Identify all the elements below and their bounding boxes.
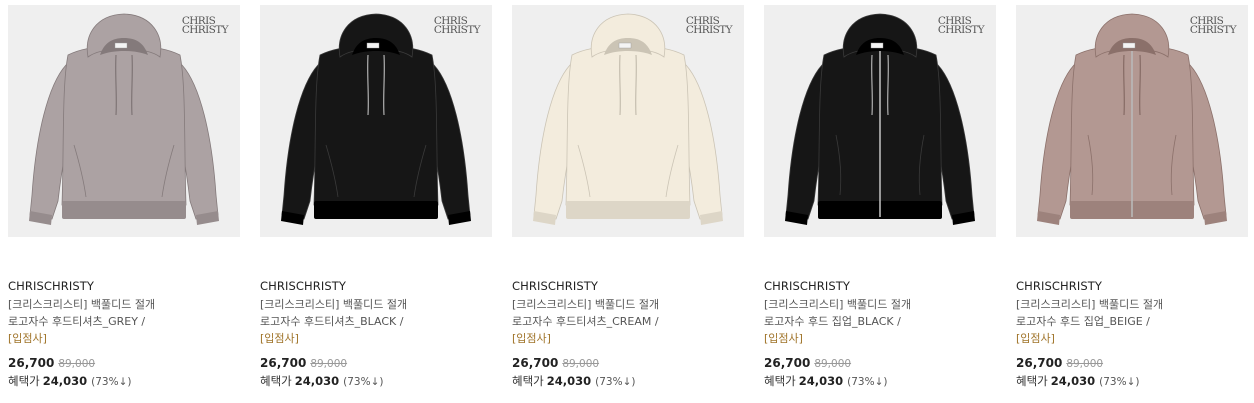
brand-logo-line: CHRISTY bbox=[685, 24, 733, 36]
product-image[interactable]: CHRIS CHRISTY bbox=[8, 5, 240, 237]
product-grid: CHRIS CHRISTY CHRISCHRISTY [크리스크리스티] 백풀디… bbox=[0, 0, 1254, 403]
brand-logo-line: CHRISTY bbox=[181, 24, 229, 36]
vendor-tag: [입점사] bbox=[512, 332, 551, 345]
product-name-line: [크리스크리스티] 백풀디드 절개 bbox=[260, 298, 408, 311]
product-name[interactable]: [크리스크리스티] 백풀디드 절개 로고자수 후드티셔츠_CREAM / bbox=[512, 296, 744, 330]
product-name-line: [크리스크리스티] 백풀디드 절개 bbox=[764, 298, 912, 311]
hoodie-image bbox=[29, 13, 219, 225]
product-name-line: 로고자수 후드티셔츠_BLACK / bbox=[260, 315, 404, 328]
hoodie-image bbox=[785, 13, 975, 225]
original-price: 89,000 bbox=[1066, 358, 1104, 370]
vendor-tag: [입점사] bbox=[1016, 332, 1055, 345]
product-name-line: 로고자수 후드티셔츠_CREAM / bbox=[512, 315, 659, 328]
product-card[interactable]: CHRIS CHRISTY CHRISCHRISTY [크리스크리스티] 백풀디… bbox=[8, 5, 240, 391]
sale-price: 26,700 bbox=[512, 356, 559, 370]
product-name[interactable]: [크리스크리스티] 백풀디드 절개 로고자수 후드티셔츠_BLACK / bbox=[260, 296, 492, 330]
product-card[interactable]: CHRIS CHRISTY CHRISCHRISTY [크리스크리스티] 백풀디… bbox=[1016, 5, 1248, 391]
sale-price: 26,700 bbox=[260, 356, 307, 370]
product-name-line: 로고자수 후드 집업_BLACK / bbox=[764, 315, 901, 328]
benefit-price: 24,030 bbox=[546, 374, 592, 388]
benefit-price: 24,030 bbox=[42, 374, 88, 388]
hoodie-image bbox=[1037, 13, 1227, 225]
benefit-label: 혜택가 bbox=[512, 374, 544, 388]
original-price: 89,000 bbox=[562, 358, 600, 370]
sale-price: 26,700 bbox=[764, 356, 811, 370]
product-name-line: [크리스크리스티] 백풀디드 절개 bbox=[1016, 298, 1164, 311]
benefit-price: 24,030 bbox=[798, 374, 844, 388]
product-name[interactable]: [크리스크리스티] 백풀디드 절개 로고자수 후드 집업_BLACK / bbox=[764, 296, 996, 330]
brand-logo-watermark: CHRIS CHRISTY bbox=[433, 16, 481, 36]
product-image[interactable]: CHRIS CHRISTY bbox=[764, 5, 996, 237]
benefit-price: 24,030 bbox=[1050, 374, 1096, 388]
vendor-tag: [입점사] bbox=[764, 332, 803, 345]
brand-logo-watermark: CHRIS CHRISTY bbox=[685, 16, 733, 36]
product-name-line: 로고자수 후드티셔츠_GREY / bbox=[8, 315, 146, 328]
product-name-line: [크리스크리스티] 백풀디드 절개 bbox=[512, 298, 660, 311]
discount-rate: (73%↓) bbox=[343, 376, 384, 388]
brand-logo-watermark: CHRIS CHRISTY bbox=[181, 16, 229, 36]
discount-rate: (73%↓) bbox=[595, 376, 636, 388]
product-name-line: [크리스크리스티] 백풀디드 절개 bbox=[8, 298, 156, 311]
sale-price: 26,700 bbox=[8, 356, 55, 370]
brand-name[interactable]: CHRISCHRISTY bbox=[512, 279, 744, 294]
discount-rate: (73%↓) bbox=[847, 376, 888, 388]
brand-logo-line: CHRISTY bbox=[937, 24, 985, 36]
product-image[interactable]: CHRIS CHRISTY bbox=[512, 5, 744, 237]
product-name[interactable]: [크리스크리스티] 백풀디드 절개 로고자수 후드 집업_BEIGE / bbox=[1016, 296, 1248, 330]
brand-logo-watermark: CHRIS CHRISTY bbox=[1189, 16, 1237, 36]
brand-name[interactable]: CHRISCHRISTY bbox=[8, 279, 240, 294]
brand-logo-line: CHRISTY bbox=[433, 24, 481, 36]
product-card[interactable]: CHRIS CHRISTY CHRISCHRISTY [크리스크리스티] 백풀디… bbox=[764, 5, 996, 391]
benefit-label: 혜택가 bbox=[260, 374, 292, 388]
product-card[interactable]: CHRIS CHRISTY CHRISCHRISTY [크리스크리스티] 백풀디… bbox=[512, 5, 744, 391]
brand-name[interactable]: CHRISCHRISTY bbox=[260, 279, 492, 294]
vendor-tag: [입점사] bbox=[260, 332, 299, 345]
product-name[interactable]: [크리스크리스티] 백풀디드 절개 로고자수 후드티셔츠_GREY / bbox=[8, 296, 240, 330]
product-image[interactable]: CHRIS CHRISTY bbox=[260, 5, 492, 237]
benefit-label: 혜택가 bbox=[764, 374, 796, 388]
brand-name[interactable]: CHRISCHRISTY bbox=[764, 279, 996, 294]
original-price: 89,000 bbox=[58, 358, 96, 370]
benefit-label: 혜택가 bbox=[8, 374, 40, 388]
hoodie-image bbox=[281, 13, 471, 225]
vendor-tag: [입점사] bbox=[8, 332, 47, 345]
benefit-label: 혜택가 bbox=[1016, 374, 1048, 388]
product-card[interactable]: CHRIS CHRISTY CHRISCHRISTY [크리스크리스티] 백풀디… bbox=[260, 5, 492, 391]
discount-rate: (73%↓) bbox=[1099, 376, 1140, 388]
product-image[interactable]: CHRIS CHRISTY bbox=[1016, 5, 1248, 237]
hoodie-image bbox=[533, 13, 723, 225]
original-price: 89,000 bbox=[310, 358, 348, 370]
brand-logo-line: CHRISTY bbox=[1189, 24, 1237, 36]
product-name-line: 로고자수 후드 집업_BEIGE / bbox=[1016, 315, 1150, 328]
brand-name[interactable]: CHRISCHRISTY bbox=[1016, 279, 1248, 294]
benefit-price: 24,030 bbox=[294, 374, 340, 388]
sale-price: 26,700 bbox=[1016, 356, 1063, 370]
original-price: 89,000 bbox=[814, 358, 852, 370]
discount-rate: (73%↓) bbox=[91, 376, 132, 388]
brand-logo-watermark: CHRIS CHRISTY bbox=[937, 16, 985, 36]
